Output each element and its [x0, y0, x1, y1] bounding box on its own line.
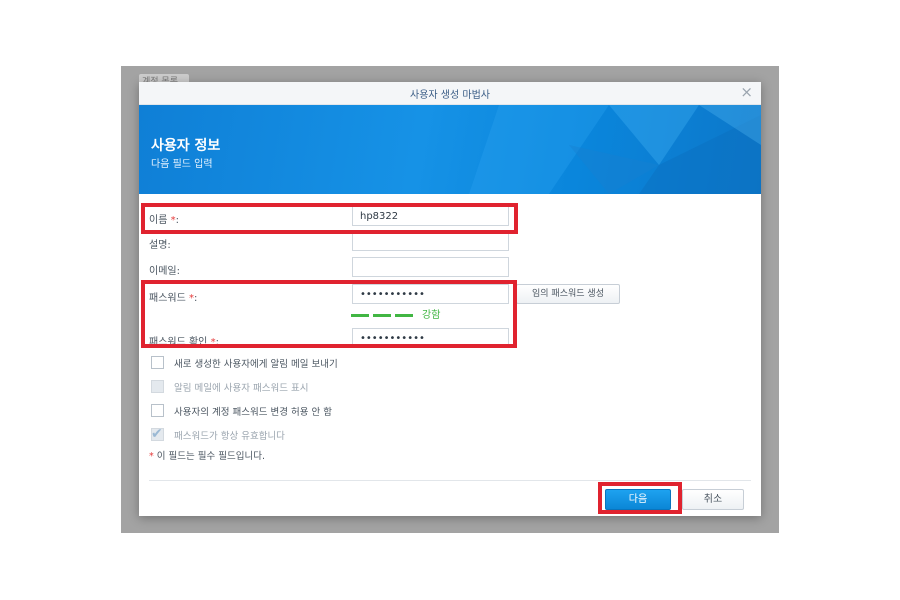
email-input[interactable]	[352, 257, 509, 277]
checkmark-icon: ✔	[151, 426, 163, 442]
disallow-change-checkbox[interactable]	[151, 404, 164, 417]
footer-divider	[149, 480, 751, 481]
banner-subheading: 다음 필드 입력	[151, 159, 213, 170]
generate-password-button[interactable]: 임의 패스워드 생성	[516, 284, 620, 304]
name-row: 이름 *: hp8322	[139, 206, 761, 230]
password-input[interactable]: •••••••••••	[352, 284, 509, 304]
banner-heading: 사용자 정보	[151, 138, 221, 154]
option-show-password-in-mail: 알림 메일에 사용자 패스워드 표시	[139, 378, 761, 398]
title-bar: 사용자 생성 마법사 ×	[139, 82, 761, 105]
option-label: 사용자의 계정 패스워드 변경 허용 안 함	[174, 407, 332, 418]
header-banner: 사용자 정보 다음 필드 입력	[139, 105, 761, 194]
cancel-button[interactable]: 취소	[682, 489, 744, 510]
option-label: 패스워드가 항상 유효합니다	[174, 431, 285, 442]
email-row: 이메일:	[139, 257, 761, 281]
description-input[interactable]	[352, 231, 509, 251]
strength-label: 강함	[422, 310, 441, 321]
name-input[interactable]: hp8322	[352, 206, 509, 226]
confirm-password-row: 패스워드 확인 *: •••••••••••	[139, 328, 761, 352]
option-label: 새로 생성한 사용자에게 알림 메일 보내기	[174, 359, 338, 370]
required-fields-note: * 이 필드는 필수 필드입니다.	[149, 451, 265, 462]
password-row: 패스워드 *: ••••••••••• 임의 패스워드 생성	[139, 284, 761, 308]
option-password-never-expires: ✔ 패스워드가 항상 유효합니다	[139, 426, 761, 446]
banner-decoration	[469, 105, 761, 194]
description-row: 설명:	[139, 231, 761, 255]
password-label: 패스워드 *:	[149, 293, 198, 304]
email-label: 이메일:	[149, 266, 180, 277]
option-send-notification[interactable]: 새로 생성한 사용자에게 알림 메일 보내기	[139, 354, 761, 374]
option-disallow-password-change[interactable]: 사용자의 계정 패스워드 변경 허용 안 함	[139, 402, 761, 422]
confirm-password-input[interactable]: •••••••••••	[352, 328, 509, 348]
strength-bar-2	[373, 314, 391, 317]
name-label: 이름 *:	[149, 215, 179, 226]
window-title: 사용자 생성 마법사	[410, 90, 490, 101]
next-button[interactable]: 다음	[605, 489, 671, 510]
strength-bar-1	[351, 314, 369, 317]
send-notification-checkbox[interactable]	[151, 356, 164, 369]
show-password-checkbox	[151, 380, 164, 393]
description-label: 설명:	[149, 240, 171, 251]
option-label: 알림 메일에 사용자 패스워드 표시	[174, 383, 309, 394]
close-icon[interactable]: ×	[740, 83, 753, 101]
confirm-password-label: 패스워드 확인 *:	[149, 337, 219, 348]
strength-bar-3	[395, 314, 413, 317]
user-creation-wizard-dialog: 사용자 생성 마법사 × 사용자 정보 다음 필드 입력 이름 *: hp832…	[139, 82, 761, 516]
